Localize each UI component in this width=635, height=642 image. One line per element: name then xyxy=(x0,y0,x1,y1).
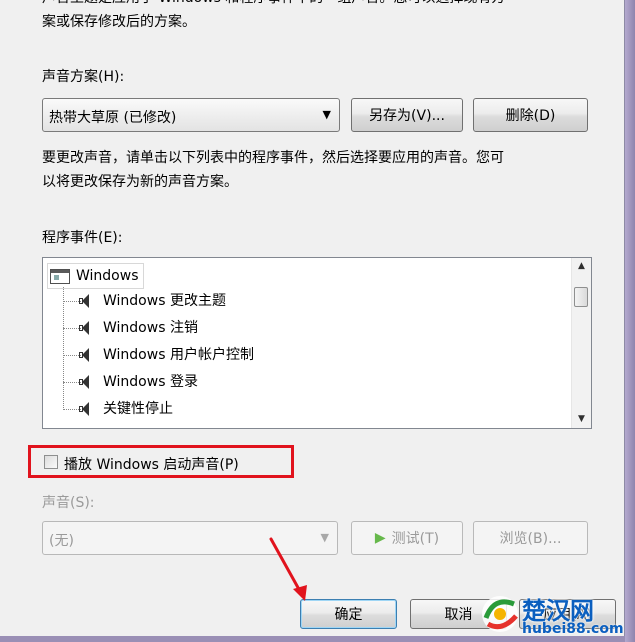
program-events-list[interactable]: Windows Windows 更改主题 Windows 注销 Windows … xyxy=(42,257,592,429)
sound-scheme-value: 热带大草原 (已修改) xyxy=(49,110,177,126)
scroll-thumb[interactable] xyxy=(574,287,588,307)
speaker-icon xyxy=(79,375,91,389)
watermark-domain: hubei88.com xyxy=(522,621,624,637)
test-button[interactable]: ▶ 测试(T) xyxy=(351,521,463,555)
speaker-icon xyxy=(79,321,91,335)
sound-value: (无) xyxy=(49,533,74,549)
save-as-button-label: 另存为(V)... xyxy=(369,108,445,124)
ok-button-label: 确定 xyxy=(334,607,363,623)
event-item-label: Windows 注销 xyxy=(103,320,198,336)
sound-scheme-label: 声音方案(H): xyxy=(42,69,125,85)
intro-line-2: 案或保存修改后的方案。 xyxy=(42,14,196,30)
delete-button-label: 删除(D) xyxy=(505,108,556,124)
window-frame-edge xyxy=(625,0,635,642)
dropdown-arrow-icon: ▼ xyxy=(320,531,329,544)
test-button-label: 测试(T) xyxy=(391,531,440,547)
speaker-icon xyxy=(79,402,91,416)
delete-button[interactable]: 删除(D) xyxy=(473,98,588,132)
speaker-icon xyxy=(79,348,91,362)
sound-label: 声音(S): xyxy=(42,495,95,511)
instructions-line-2: 以将更改保存为新的声音方案。 xyxy=(42,174,238,190)
event-item-label: Windows 用户帐户控制 xyxy=(103,347,254,363)
event-item-label: Windows 登录 xyxy=(103,374,198,390)
browse-button[interactable]: 浏览(B)... xyxy=(473,521,588,555)
save-as-button[interactable]: 另存为(V)... xyxy=(351,98,463,132)
scroll-down-icon[interactable]: ▼ xyxy=(572,411,591,428)
event-item-label: Windows 更改主题 xyxy=(103,293,226,309)
event-root-label: Windows xyxy=(76,268,139,284)
scroll-up-icon[interactable]: ▲ xyxy=(572,258,591,275)
sound-scheme-dropdown[interactable]: 热带大草原 (已修改) ▼ xyxy=(42,98,340,132)
event-root-windows[interactable]: Windows xyxy=(47,263,144,289)
browse-button-label: 浏览(B)... xyxy=(499,531,562,547)
speaker-icon xyxy=(79,294,91,308)
annotation-arrow-icon xyxy=(269,537,307,601)
events-scrollbar[interactable]: ▲ ▼ xyxy=(571,258,591,428)
program-events-label: 程序事件(E): xyxy=(42,230,123,246)
play-icon: ▶ xyxy=(374,530,386,546)
startup-sound-label[interactable]: 播放 Windows 启动声音(P) xyxy=(64,454,239,474)
cancel-button-label: 取消 xyxy=(444,607,473,623)
startup-sound-checkbox[interactable] xyxy=(44,455,58,469)
dropdown-arrow-icon: ▼ xyxy=(322,108,331,121)
event-item-label: 关键性停止 xyxy=(103,401,173,417)
instructions-line-1: 要更改声音，请单击以下列表中的程序事件，然后选择要应用的声音。您可 xyxy=(42,150,504,166)
intro-line-1: 声音主题是应用于 Windows 和程序事件中的一组声音。您可以选择现有方 xyxy=(42,0,505,10)
windows-window-icon xyxy=(50,268,70,284)
tree-line xyxy=(63,287,64,410)
intro-text: 声音主题是应用于 Windows 和程序事件中的一组声音。您可以选择现有方 案或… xyxy=(42,0,505,34)
instructions-text: 要更改声音，请单击以下列表中的程序事件，然后选择要应用的声音。您可 以将更改保存… xyxy=(42,146,602,194)
